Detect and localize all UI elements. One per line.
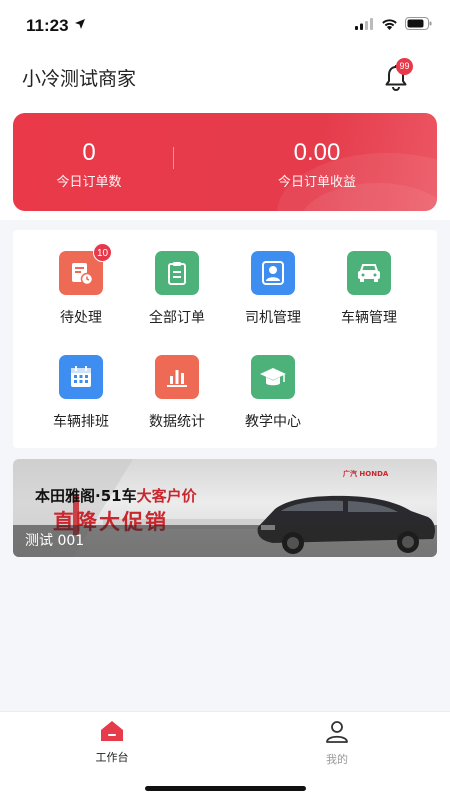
menu-label: 车辆排班	[53, 414, 109, 430]
menu-item-all-orders[interactable]: 全部订单	[129, 251, 225, 327]
user-icon	[326, 721, 348, 743]
clipboard-icon	[155, 251, 199, 295]
pending-orders-icon: 10	[59, 243, 112, 295]
graduation-cap-icon	[251, 355, 295, 399]
menu-item-scheduling[interactable]: 车辆排班	[33, 355, 129, 431]
banner-brand: 广汽 HONDA	[343, 470, 389, 478]
banner-headline: 本田雅阁·51车大客户价	[35, 485, 197, 506]
home-indicator	[145, 786, 306, 791]
today-orders-label: 今日订单数	[56, 175, 122, 190]
location-arrow-icon	[75, 19, 85, 29]
today-revenue-stat[interactable]: 0.00 今日订单收益	[259, 139, 375, 190]
menu-label: 车辆管理	[341, 310, 397, 326]
menu-label: 数据统计	[149, 414, 205, 430]
car-icon	[347, 251, 391, 295]
status-time: 11:23	[26, 16, 69, 35]
menu-label: 待处理	[60, 310, 102, 326]
driver-icon	[251, 251, 295, 295]
menu-item-teaching-center[interactable]: 教学中心	[225, 355, 321, 431]
pending-count-badge: 10	[93, 243, 112, 262]
bar-chart-icon	[155, 355, 199, 399]
menu-label: 全部订单	[149, 310, 205, 326]
today-orders-value: 0	[82, 139, 96, 166]
status-bar: 11:23	[0, 0, 450, 50]
battery-icon	[405, 17, 432, 30]
signal-icon	[355, 17, 373, 30]
stats-divider	[173, 147, 174, 169]
menu-item-drivers[interactable]: 司机管理	[225, 251, 321, 327]
banner-caption: 测试 001	[13, 525, 437, 557]
menu-item-pending[interactable]: 10 待处理	[33, 243, 129, 327]
tab-profile[interactable]: 我的	[297, 720, 377, 767]
banner-highlight: 大客户价	[136, 487, 197, 505]
today-revenue-value: 0.00	[293, 139, 341, 166]
menu-label: 教学中心	[245, 414, 301, 430]
stats-card: 0 今日订单数 0.00 今日订单收益	[13, 113, 437, 211]
promo-banner[interactable]: 本田雅阁·51车大客户价 广汽 HONDA 直降大促销 测试 001	[13, 459, 437, 557]
workbench-icon	[101, 721, 123, 741]
menu-label: 司机管理	[245, 310, 301, 326]
today-orders-stat[interactable]: 0 今日订单数	[37, 139, 141, 190]
notification-badge: 99	[396, 58, 413, 75]
menu-item-statistics[interactable]: 数据统计	[129, 355, 225, 431]
merchant-name: 小冷测试商家	[22, 68, 137, 90]
banner-headline-main: 本田雅阁·51车	[35, 487, 137, 505]
function-menu: 10 待处理 全部订单 司机管理 车辆管理 车辆排班 数据统计 教学中心	[13, 230, 437, 448]
calendar-icon	[59, 355, 103, 399]
menu-item-vehicles[interactable]: 车辆管理	[321, 251, 417, 327]
today-revenue-label: 今日订单收益	[277, 175, 356, 190]
tab-label: 我的	[326, 753, 348, 766]
app-header: 小冷测试商家	[0, 50, 450, 105]
tab-workbench[interactable]: 工作台	[72, 720, 152, 765]
tab-label: 工作台	[95, 751, 129, 764]
wifi-icon	[382, 18, 397, 30]
